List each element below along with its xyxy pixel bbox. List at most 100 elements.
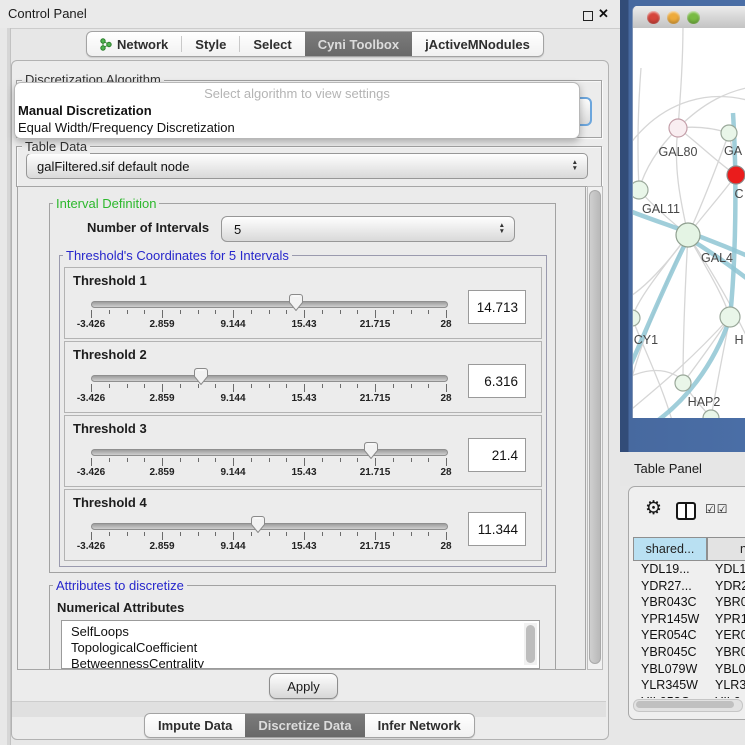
network-window: GAL80GACGAL11GAL4GCY1HHAP2 <box>632 6 745 418</box>
table-data-combobox[interactable]: galFiltered.sif default node ▲▼ <box>26 153 588 179</box>
slider-thumb[interactable] <box>289 294 303 311</box>
threshold-label: Threshold 1 <box>73 273 147 288</box>
threshold-value-field[interactable]: 14.713 <box>468 290 526 324</box>
tab-style[interactable]: Style <box>182 32 239 56</box>
cell-shared-name[interactable]: YLR345W <box>641 678 698 692</box>
node-label-GAL80: GAL80 <box>659 145 698 159</box>
cell-name[interactable]: YPR1 <box>715 612 745 626</box>
slider-track[interactable] <box>91 375 448 382</box>
cell-name[interactable]: YBR0 <box>715 645 745 659</box>
network-edge[interactable] <box>639 128 678 190</box>
network-node-unnamed[interactable] <box>721 125 737 141</box>
column-header-name[interactable]: na <box>707 537 745 561</box>
network-node-red-node[interactable] <box>727 166 745 184</box>
panel-divider[interactable] <box>0 28 11 745</box>
cell-name[interactable]: YBL0 <box>715 662 745 676</box>
top-tab-bar: NetworkStyleSelectCyni Toolbox jActiveMNo… <box>86 31 544 57</box>
interval-definition-title: Interval Definition <box>53 196 159 211</box>
slider-track[interactable] <box>91 523 448 530</box>
spinner-arrows-icon: ▲▼ <box>499 223 505 235</box>
network-node-H[interactable] <box>720 307 740 327</box>
number-of-intervals-label: Number of Intervals <box>87 220 209 235</box>
attribute-item[interactable]: SelfLoops <box>71 624 129 639</box>
tab-label: jActiveMNodules <box>425 37 530 52</box>
threshold-value-field[interactable]: 6.316 <box>468 364 526 398</box>
threshold-value-field[interactable]: 21.4 <box>468 438 526 472</box>
tab-select[interactable]: Select <box>240 32 304 56</box>
cell-shared-name[interactable]: YBR045C <box>641 645 697 659</box>
cell-shared-name[interactable]: YDR27... <box>641 579 692 593</box>
thresholds-group-title: Threshold's Coordinates for 5 Intervals <box>63 248 292 263</box>
node-label-HAP2: HAP2 <box>688 395 721 409</box>
attribute-item[interactable]: BetweennessCentrality <box>71 656 204 669</box>
tab-jactivemnodules[interactable]: jActiveMNodules <box>412 32 543 56</box>
table-data-title: Table Data <box>22 139 90 154</box>
node-label-GA: GA <box>724 144 743 158</box>
attribute-item[interactable]: TopologicalCoefficient <box>71 640 197 655</box>
cell-name[interactable]: YIL0 <box>715 695 741 698</box>
column-layout-icon[interactable] <box>676 502 696 520</box>
cell-shared-name[interactable]: YPR145W <box>641 612 699 626</box>
slider-track[interactable] <box>91 301 448 308</box>
zoom-traffic-light[interactable] <box>687 11 700 24</box>
cell-shared-name[interactable]: YBR043C <box>641 595 697 609</box>
network-edge-thick[interactable] <box>633 238 688 373</box>
minimize-traffic-light[interactable] <box>667 11 680 24</box>
tab-cyni-toolbox[interactable]: Cyni Toolbox <box>305 32 412 56</box>
network-node-GAL11[interactable] <box>633 181 648 199</box>
tab-network[interactable]: Network <box>87 32 181 56</box>
slider-thumb[interactable] <box>194 368 208 385</box>
numerical-attributes-label: Numerical Attributes <box>57 600 184 615</box>
cell-shared-name[interactable]: YIL052C <box>641 695 690 698</box>
bottom-tab-discretize-data[interactable]: Discretize Data <box>245 714 364 737</box>
slider-scale-labels: -3.4262.8599.14415.4321.71528 <box>91 467 446 479</box>
slider-track[interactable] <box>91 449 448 456</box>
cell-name[interactable]: YER0 <box>715 628 745 642</box>
cell-name[interactable]: YLR3 <box>715 678 745 692</box>
cell-shared-name[interactable]: YBL079W <box>641 662 697 676</box>
network-node-GAL80[interactable] <box>669 119 687 137</box>
slider-thumb[interactable] <box>364 442 378 459</box>
cell-name[interactable]: YDR2 <box>715 579 745 593</box>
node-label-GAL4: GAL4 <box>701 251 733 265</box>
bottom-tab-infer-network[interactable]: Infer Network <box>365 714 474 737</box>
float-window-icon[interactable] <box>583 11 593 21</box>
threshold-value-field[interactable]: 11.344 <box>468 512 526 546</box>
table-hscrollbar[interactable] <box>633 699 743 712</box>
network-canvas[interactable]: GAL80GACGAL11GAL4GCY1HHAP2 <box>633 28 745 418</box>
cell-shared-name[interactable]: YER054C <box>641 628 697 642</box>
panel-title: Control Panel <box>8 0 87 28</box>
network-edge[interactable] <box>633 235 688 318</box>
slider-thumb[interactable] <box>251 516 265 533</box>
algorithm-item-equal-width[interactable]: Equal Width/Frequency Discretization <box>18 120 576 135</box>
close-traffic-light[interactable] <box>647 11 660 24</box>
bottom-tab-impute-data[interactable]: Impute Data <box>145 714 245 737</box>
cell-name[interactable]: YBR0 <box>715 595 745 609</box>
settings-scrollbar[interactable] <box>587 186 603 670</box>
slider-scale-labels: -3.4262.8599.14415.4321.71528 <box>91 541 446 553</box>
apply-button[interactable]: Apply <box>269 673 338 699</box>
algorithm-dropdown-popup: Select algorithm to view settings Manual… <box>14 82 580 139</box>
network-edge[interactable] <box>638 68 641 190</box>
list-scrollbar[interactable] <box>524 623 537 665</box>
network-node-HAP2[interactable] <box>675 375 691 391</box>
algorithm-item-manual[interactable]: Manual Discretization <box>18 103 576 118</box>
network-edge[interactable] <box>678 28 683 128</box>
table-panel-title: Table Panel <box>634 461 702 476</box>
column-header-shared[interactable]: shared... <box>633 537 707 561</box>
network-node-GCY1[interactable] <box>633 310 640 326</box>
checkbox-icons[interactable]: ☑☑ <box>705 502 729 516</box>
close-icon[interactable]: ✕ <box>598 5 609 23</box>
slider-ticks <box>91 310 446 319</box>
number-of-intervals-spinner[interactable]: 5 ▲▼ <box>221 216 515 242</box>
network-graph: GAL80GACGAL11GAL4GCY1HHAP2 <box>633 28 745 418</box>
network-node-GAL4[interactable] <box>676 223 700 247</box>
numerical-attributes-list[interactable]: SelfLoopsTopologicalCoefficientBetweenne… <box>61 620 540 669</box>
bottom-tab-bar: Impute Data Discretize Data Infer Network <box>144 713 475 738</box>
tab-label: Discretize Data <box>258 718 351 733</box>
attributes-group-title: Attributes to discretize <box>53 578 187 593</box>
control-panel-titlebar: Control Panel <box>0 0 620 29</box>
gear-icon[interactable]: ⚙ <box>645 499 662 518</box>
cell-name[interactable]: YDL1 <box>715 562 745 576</box>
cell-shared-name[interactable]: YDL19... <box>641 562 690 576</box>
